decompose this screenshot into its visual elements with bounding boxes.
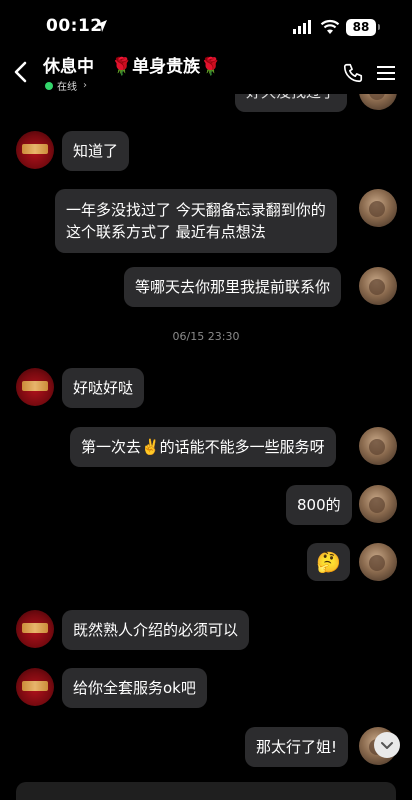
back-chevron-icon[interactable]: [12, 60, 30, 84]
message-line: 这个联系方式了 最近有点想法: [66, 223, 266, 241]
my-avatar[interactable]: [359, 543, 397, 581]
battery-tip: [378, 24, 380, 30]
contact-avatar[interactable]: [16, 131, 54, 169]
message-bubble-incoming[interactable]: 好哒好哒: [62, 368, 145, 408]
message-bubble-incoming[interactable]: 知道了: [62, 131, 130, 171]
message-bubble-outgoing[interactable]: 那太行了姐!: [245, 727, 349, 767]
status-bar: 00:12 88: [0, 0, 412, 48]
message-bubble-outgoing[interactable]: 一年多没找过了 今天翻备忘录翻到你的 这个联系方式了 最近有点想法: [55, 189, 337, 253]
contact-title[interactable]: 休息中 🌹单身贵族🌹: [43, 52, 221, 77]
message-line: 一年多没找过了 今天翻备忘录翻到你的: [66, 201, 326, 219]
phone-icon[interactable]: [342, 62, 364, 84]
chevron-down-icon: [381, 742, 393, 749]
message-bubble-outgoing[interactable]: 第一次去✌️的话能不能多一些服务呀: [70, 427, 336, 467]
message-bubble-incoming[interactable]: 既然熟人介绍的必须可以: [62, 610, 250, 650]
my-avatar[interactable]: [359, 189, 397, 227]
menu-icon[interactable]: [377, 65, 395, 81]
cellular-signal-icon: [293, 20, 311, 34]
location-arrow-icon: [95, 20, 107, 32]
message-bubble-incoming[interactable]: 给你全套服务ok吧: [62, 668, 207, 708]
my-avatar[interactable]: [359, 94, 397, 110]
wifi-icon: [320, 19, 340, 34]
message-timestamp: 06/15 23:30: [172, 330, 240, 343]
contact-avatar[interactable]: [16, 610, 54, 648]
battery-indicator: 88: [346, 19, 376, 36]
message-input[interactable]: [16, 782, 396, 800]
message-bubble-outgoing[interactable]: 等哪天去你那里我提前联系你: [124, 267, 342, 307]
online-status[interactable]: 在线 ›: [45, 78, 87, 93]
online-dot: [45, 81, 53, 90]
my-avatar[interactable]: [359, 427, 397, 465]
message-bubble-outgoing[interactable]: 800的: [286, 485, 352, 525]
status-chevron-icon: ›: [83, 80, 87, 91]
online-status-label: 在线: [57, 82, 77, 93]
my-avatar[interactable]: [359, 267, 397, 305]
my-avatar[interactable]: [359, 485, 397, 523]
contact-avatar[interactable]: [16, 668, 54, 706]
contact-avatar[interactable]: [16, 368, 54, 406]
message-list[interactable]: 好久没找过了 知道了 一年多没找过了 今天翻备忘录翻到你的 这个联系方式了 最近…: [0, 94, 412, 770]
message-bubble-outgoing[interactable]: 🤔: [307, 543, 350, 581]
chat-header: 休息中 🌹单身贵族🌹 在线 ›: [0, 48, 412, 94]
message-bubble-outgoing[interactable]: 好久没找过了: [235, 94, 348, 112]
scroll-to-bottom-button[interactable]: [374, 732, 400, 758]
